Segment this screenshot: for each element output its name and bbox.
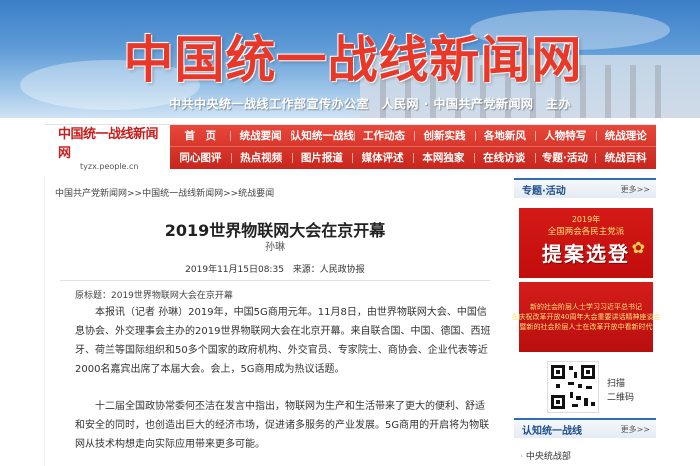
site-logo[interactable]: 中国统一战线新闻网 tyzx.people.cn: [44, 125, 164, 171]
nav-item-video[interactable]: 热点视频: [230, 147, 292, 169]
nav-item-work[interactable]: 工作动态: [353, 125, 414, 146]
article-paragraph: 十二届全国政协常委何丕洁在发言中指出，物联网为生产和生活带来了更大的便利、舒适和…: [75, 401, 490, 450]
sidebar-section-learn: 认知统一战线 更多>>: [514, 418, 656, 438]
qr-label: 扫描: [607, 379, 626, 389]
nav-item-local[interactable]: 各地新风: [474, 125, 535, 146]
logo-url: tyzx.people.cn: [80, 162, 139, 171]
nav-item-learn[interactable]: 认知统一战线: [290, 125, 354, 146]
article-paragraph: 本报讯（记者 孙琳）2019年，中国5G商用元年。11月8日，由世界物联网大会、…: [75, 307, 491, 375]
nav-item-innovation[interactable]: 创新实践: [414, 125, 474, 146]
notice-line: 新的社会阶层人士学习习近平总书记: [530, 303, 642, 311]
promo-year: 2019年: [571, 215, 601, 224]
more-link[interactable]: 更多>>: [621, 184, 650, 195]
article-date: 2019年11月15日08:35: [185, 265, 284, 275]
breadcrumb[interactable]: 中国共产党新闻网>>中国统一战线新闻网>>统战要闻: [55, 186, 274, 199]
nav-item-photo[interactable]: 图片报道: [291, 147, 353, 169]
site-banner: 中国统一战线新闻网 中共中央统一战线工作部宣传办公室 人民网 · 中国共产党新闻…: [0, 0, 700, 118]
nav-item-topics[interactable]: 专题·活动: [534, 147, 596, 169]
qr-label: 二维码: [607, 393, 635, 403]
sidebar-section-title: 专题·活动: [522, 186, 566, 197]
nav-item-home[interactable]: 首 页: [170, 125, 230, 146]
site-title: 中国统一战线新闻网: [123, 31, 583, 89]
sidebar-section-topics: 专题·活动 更多>>: [514, 178, 656, 198]
flower-icon: ✿: [631, 238, 645, 257]
nav-row-secondary: 同心图评 热点视频 图片报道 媒体评述 本网独家 在线访谈 专题·活动 统战百科: [170, 147, 656, 169]
more-link[interactable]: 更多>>: [621, 424, 650, 435]
nav-item-wiki[interactable]: 统战百科: [595, 147, 656, 169]
site-subtitle: 中共中央统一战线工作部宣传办公室 人民网 · 中国共产党新闻网 主办: [169, 97, 571, 111]
nav-item-news[interactable]: 统战要闻: [230, 125, 290, 146]
notice-line: 暨新的社会阶层人士在改革开放中看新时代: [519, 323, 653, 331]
nav-item-interview[interactable]: 在线访谈: [473, 147, 535, 169]
sidebar-link[interactable]: 中央统战部: [520, 449, 571, 462]
nav-item-theory[interactable]: 统战理论: [595, 125, 656, 146]
promo-line: 全国两会各民主党派: [547, 227, 625, 237]
seminar-notice-banner[interactable]: 新的社会阶层人士学习习近平总书记 在庆祝改革开放40周年大会重要讲话精神座谈会 …: [512, 282, 660, 352]
article-author: 孙琳: [265, 242, 285, 253]
article-source[interactable]: 来源：人民政协报: [293, 265, 365, 275]
nav-menu: 首 页 统战要闻 认知统一战线 工作动态 创新实践 各地新风 人物特写 统战理论…: [170, 125, 656, 169]
nav-item-people[interactable]: 人物特写: [535, 125, 595, 146]
logo-text: 中国统一战线新闻网: [58, 127, 159, 161]
nav-row-primary: 首 页 统战要闻 认知统一战线 工作动态 创新实践 各地新风 人物特写 统战理论: [170, 125, 656, 147]
top-navigation: 中国统一战线新闻网 tyzx.people.cn 首 页 统战要闻 认知统一战线…: [44, 124, 656, 171]
proposal-promo-banner[interactable]: 2019年 全国两会各民主党派 提案选登 ✿: [519, 208, 653, 278]
nav-item-media[interactable]: 媒体评述: [352, 147, 413, 169]
divider: [60, 280, 490, 281]
qr-code-image: [547, 361, 599, 413]
original-title: 原标题：2019世界物联网大会在京开幕: [75, 291, 233, 301]
nav-item-cartoon[interactable]: 同心图评: [170, 147, 231, 169]
nav-item-exclusive[interactable]: 本网独家: [413, 147, 474, 169]
sidebar-section-title: 认知统一战线: [522, 426, 582, 437]
article-meta: 2019年11月15日08:35 来源：人民政协报: [44, 262, 506, 275]
notice-line: 在庆祝改革开放40周年大会重要讲话精神座谈会: [511, 313, 661, 321]
